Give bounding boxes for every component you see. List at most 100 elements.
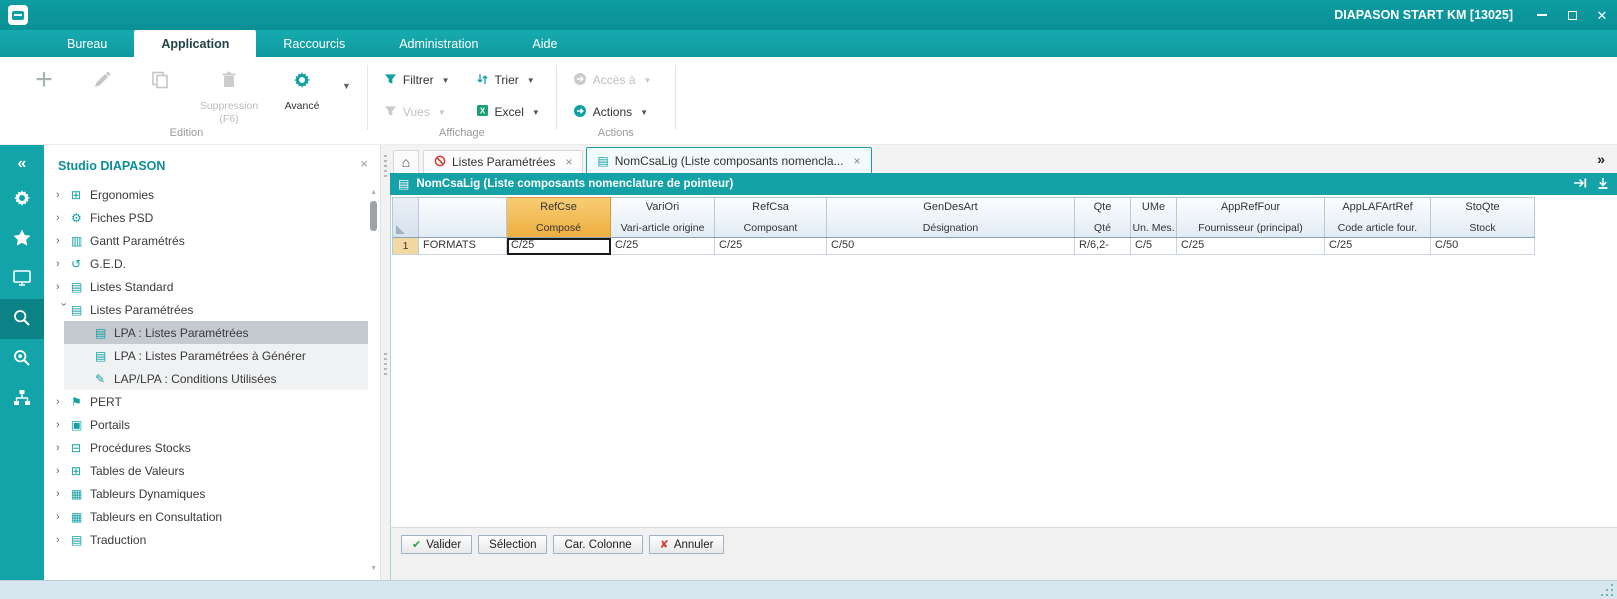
cell-stoqte[interactable]: C/50 xyxy=(1431,238,1535,255)
close-panel-icon[interactable]: × xyxy=(360,157,368,170)
chevron-down-icon[interactable]: ▼ xyxy=(532,108,540,117)
valider-button[interactable]: ✔ Valider xyxy=(401,535,473,554)
close-button[interactable]: ✕ xyxy=(1587,0,1617,30)
tree-item-pert[interactable]: › ⚑ PERT xyxy=(44,390,380,413)
chevron-right-icon[interactable]: › xyxy=(56,189,71,201)
cell-gendesart[interactable]: C/50 xyxy=(827,238,1075,255)
tab-listes-parametrees[interactable]: Listes Paramétrées × xyxy=(423,150,584,173)
edit-button[interactable] xyxy=(80,65,124,95)
delete-button[interactable]: Suppression (F6) xyxy=(196,65,262,126)
chevron-down-icon[interactable]: › xyxy=(58,302,70,317)
favorites-button[interactable] xyxy=(0,219,44,259)
cell-ume[interactable]: C/5 xyxy=(1131,238,1177,255)
column-header-stoqte[interactable]: StoQte Stock xyxy=(1431,197,1535,237)
chevron-right-icon[interactable]: › xyxy=(56,534,71,546)
menu-item-bureau[interactable]: Bureau xyxy=(40,30,134,57)
chevron-down-icon[interactable]: ▼ xyxy=(442,76,450,85)
search-button[interactable] xyxy=(0,299,44,339)
tree-item-traduction[interactable]: › ▤ Traduction xyxy=(44,528,380,551)
tree-item-ergonomies[interactable]: › ⊞ Ergonomies xyxy=(44,183,380,206)
column-header-appreffour[interactable]: AppRefFour Fournisseur (principal) xyxy=(1177,197,1325,237)
panel-splitter[interactable] xyxy=(381,145,390,580)
chevron-right-icon[interactable]: › xyxy=(56,258,71,270)
menu-item-application[interactable]: Application xyxy=(134,30,257,57)
goto-end-icon[interactable] xyxy=(1573,177,1587,192)
scrollbar-thumb[interactable] xyxy=(370,201,377,231)
tree-item-fiches-psd[interactable]: › ⚙ Fiches PSD xyxy=(44,206,380,229)
home-tab[interactable]: ⌂ xyxy=(393,150,419,173)
selection-button[interactable]: Sélection xyxy=(478,535,548,554)
chevron-right-icon[interactable]: › xyxy=(56,442,71,454)
chevron-down-icon[interactable]: ▼ xyxy=(342,81,351,91)
tree-item-lap-lpa-conditions-utilisees[interactable]: ✎ LAP/LPA : Conditions Utilisées xyxy=(64,367,368,390)
tree-item-g-e-d[interactable]: › ↺ G.E.D. xyxy=(44,252,380,275)
cell-applafartref[interactable]: C/25 xyxy=(1325,238,1431,255)
advanced-button[interactable]: Avancé xyxy=(276,65,328,113)
tree-item-tables-de-valeurs[interactable]: › ⊞ Tables de Valeurs xyxy=(44,459,380,482)
actions-button[interactable]: Actions ▼ xyxy=(573,101,659,123)
cell-qte[interactable]: R/6,2- xyxy=(1075,238,1131,255)
add-button[interactable]: + xyxy=(22,65,66,95)
chevron-right-icon[interactable]: › xyxy=(56,488,71,500)
tree-item-lpa-listes-parametrees[interactable]: ▤ LPA : Listes Paramétrées xyxy=(64,321,368,344)
close-tab-icon[interactable]: × xyxy=(854,154,861,168)
chevron-down-icon[interactable]: ▼ xyxy=(640,108,648,117)
chevron-right-icon[interactable]: › xyxy=(56,235,71,247)
scroll-down-icon[interactable]: ▼ xyxy=(370,565,377,572)
chevron-right-icon[interactable]: › xyxy=(56,396,71,408)
cell-col0[interactable]: FORMATS xyxy=(419,238,507,255)
cell-appreffour[interactable]: C/25 xyxy=(1177,238,1325,255)
tree-item-procedures-stocks[interactable]: › ⊟ Procédures Stocks xyxy=(44,436,380,459)
chevron-right-icon[interactable]: › xyxy=(56,419,71,431)
scroll-up-icon[interactable]: ▲ xyxy=(370,189,377,196)
tree-item-listes-standard[interactable]: › ▤ Listes Standard xyxy=(44,275,380,298)
views-button[interactable]: Vues ▼ xyxy=(384,101,450,123)
screens-button[interactable] xyxy=(0,259,44,299)
column-header-ume[interactable]: UMe Un. Mes. xyxy=(1131,197,1177,237)
hierarchy-button[interactable] xyxy=(0,379,44,419)
column-header-refcse[interactable]: RefCse Composé xyxy=(507,197,611,237)
select-all-corner[interactable] xyxy=(393,197,419,237)
cell-refcsa[interactable]: C/25 xyxy=(715,238,827,255)
column-header-gendesart[interactable]: GenDesArt Désignation xyxy=(827,197,1075,237)
annuler-button[interactable]: ✘ Annuler xyxy=(648,535,725,554)
tree-item-tableurs-en-consultation[interactable]: › ▦ Tableurs en Consultation xyxy=(44,505,380,528)
close-tab-icon[interactable]: × xyxy=(565,155,572,169)
minimize-button[interactable] xyxy=(1527,0,1557,30)
car-colonne-button[interactable]: Car. Colonne xyxy=(553,535,643,554)
settings-button[interactable] xyxy=(0,179,44,219)
access-button[interactable]: Accès à ▼ xyxy=(573,69,659,91)
column-header-qte[interactable]: Qte Qté xyxy=(1075,197,1131,237)
download-icon[interactable] xyxy=(1597,177,1609,192)
tab-nomcsalig-liste-composants-nomencla[interactable]: ▤ NomCsaLig (Liste composants nomencla...… xyxy=(586,147,872,173)
column-header-variori[interactable]: VariOri Vari-article origine xyxy=(611,197,715,237)
chevron-right-icon[interactable]: › xyxy=(56,281,71,293)
resize-grip[interactable] xyxy=(1600,583,1613,596)
chevrons-right-icon[interactable]: » xyxy=(1597,151,1605,167)
tree-item-portails[interactable]: › ▣ Portails xyxy=(44,413,380,436)
tree-item-lpa-listes-parametrees-a-generer[interactable]: ▤ LPA : Listes Paramétrées à Générer xyxy=(64,344,368,367)
tree-item-gantt-parametres[interactable]: › ▥ Gantt Paramétrés xyxy=(44,229,380,252)
cell-variori[interactable]: C/25 xyxy=(611,238,715,255)
column-header-blank[interactable] xyxy=(419,197,507,237)
column-header-refcsa[interactable]: RefCsa Composant xyxy=(715,197,827,237)
row-number[interactable]: 1 xyxy=(393,238,419,255)
copy-button[interactable] xyxy=(138,65,182,95)
chevron-right-icon[interactable]: › xyxy=(56,465,71,477)
chevron-right-icon[interactable]: › xyxy=(56,511,71,523)
cell-refcse[interactable]: C/25 xyxy=(507,238,611,255)
collapse-panel-button[interactable]: « xyxy=(0,149,44,179)
maximize-button[interactable] xyxy=(1557,0,1587,30)
menu-item-aide[interactable]: Aide xyxy=(505,30,584,57)
menu-item-raccourcis[interactable]: Raccourcis xyxy=(256,30,372,57)
search-location-button[interactable] xyxy=(0,339,44,379)
filter-button[interactable]: Filtrer ▼ xyxy=(384,69,450,91)
chevron-right-icon[interactable]: › xyxy=(56,212,71,224)
column-header-applafartref[interactable]: AppLAFArtRef Code article four. xyxy=(1325,197,1431,237)
chevron-down-icon[interactable]: ▼ xyxy=(527,76,535,85)
tree-item-tableurs-dynamiques[interactable]: › ▦ Tableurs Dynamiques xyxy=(44,482,380,505)
tree-item-listes-parametrees[interactable]: › ▤ Listes Paramétrées xyxy=(44,298,380,321)
excel-button[interactable]: X Excel ▼ xyxy=(476,101,540,123)
menu-item-administration[interactable]: Administration xyxy=(372,30,505,57)
sort-button[interactable]: Trier ▼ xyxy=(476,69,540,91)
